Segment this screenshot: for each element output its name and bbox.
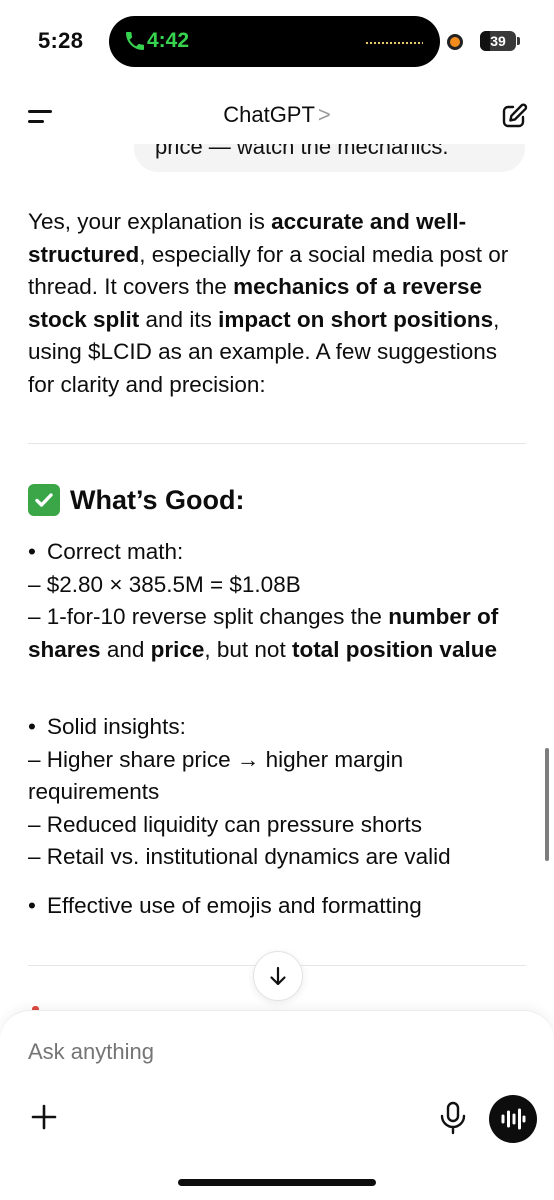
scroll-to-bottom-button[interactable]: [253, 951, 303, 1001]
bullet-correct-math: • Correct math: – $2.80 × 385.5M = $1.08B…: [28, 536, 528, 666]
bullet-line: – Retail vs. institutional dynamics are …: [28, 844, 451, 869]
bullet-symbol: •: [28, 714, 36, 739]
model-selector[interactable]: ChatGPT >: [0, 102, 554, 128]
call-duration: 4:42: [147, 29, 190, 52]
bullet-line: – $2.80 × 385.5M = $1.08B: [28, 571, 301, 597]
bullet-line: – 1-for-10 reverse split changes the num…: [28, 604, 499, 662]
bullet-line: – Higher share price → higher margin req…: [28, 746, 404, 805]
composer: [0, 1010, 554, 1200]
bullet-title-text: Solid insights:: [47, 714, 186, 739]
plus-icon[interactable]: [30, 1103, 58, 1131]
divider: [28, 443, 526, 444]
bullet-symbol: •: [28, 893, 36, 918]
phone-icon: [126, 32, 144, 50]
bullet-title-text: Effective use of emojis and formatting: [47, 893, 422, 918]
check-mark-emoji-icon: [28, 484, 60, 516]
new-chat-icon[interactable]: [500, 102, 528, 130]
section-heading: What’s Good:: [28, 484, 244, 516]
app-title: ChatGPT: [223, 102, 315, 127]
bullet-symbol: •: [28, 539, 36, 564]
battery-tip: [517, 37, 520, 45]
voice-mode-icon: [501, 1108, 526, 1130]
bullet-effective-use: • Effective use of emojis and formatting: [28, 890, 528, 923]
bullet-title: • Solid insights:: [28, 711, 528, 744]
scrollbar[interactable]: [545, 748, 549, 861]
bullet-line: – Reduced liquidity can pressure shorts: [28, 811, 422, 837]
battery-icon: 39: [480, 31, 516, 51]
bullet-title: • Correct math:: [28, 536, 528, 569]
mic-in-use-indicator: [447, 34, 463, 50]
arrow-down-icon: [270, 966, 286, 986]
top-navigation-bar: ChatGPT >: [0, 90, 554, 144]
bullet-solid-insights: • Solid insights: – Higher share price → …: [28, 711, 528, 874]
dynamic-island[interactable]: 4:42: [109, 16, 440, 67]
chevron-right-icon: >: [317, 102, 331, 127]
bullet-title: • Effective use of emojis and formatting: [28, 890, 528, 923]
bullet-title-text: Correct math:: [47, 539, 184, 564]
status-time: 5:28: [38, 28, 84, 53]
battery-level: 39: [490, 33, 506, 49]
voice-mode-button[interactable]: [489, 1095, 537, 1143]
home-indicator: [178, 1179, 376, 1186]
response-intro: Yes, your explanation is accurate and we…: [28, 209, 509, 397]
message-input[interactable]: [28, 1039, 518, 1065]
section-heading-text: What’s Good:: [70, 484, 245, 515]
audio-waveform-icon: [365, 40, 423, 46]
microphone-icon[interactable]: [438, 1101, 468, 1135]
